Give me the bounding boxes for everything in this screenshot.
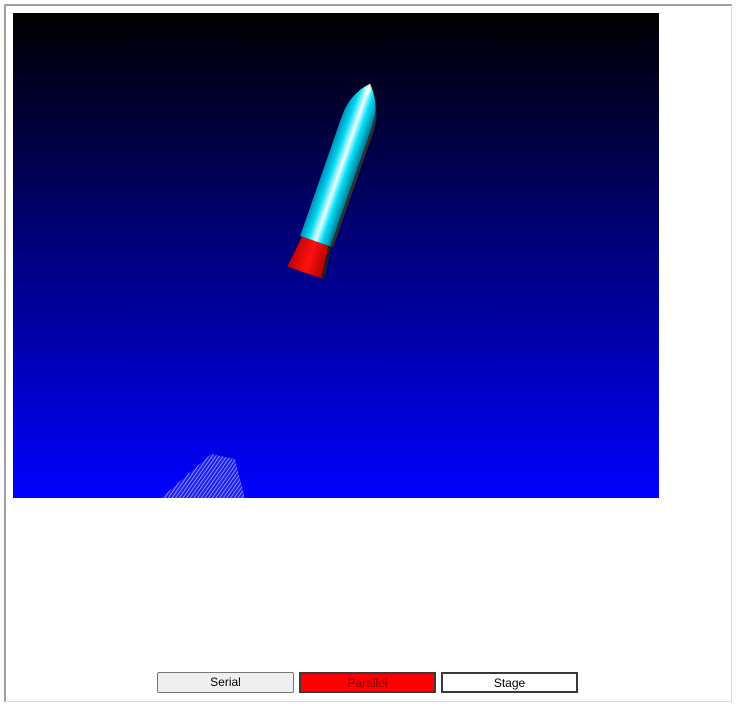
serial-button[interactable]: Serial xyxy=(157,672,294,693)
rocket-scene xyxy=(13,13,659,498)
stage-button[interactable]: Stage xyxy=(441,672,578,693)
rocket-3d-viewport[interactable] xyxy=(13,13,659,498)
sky-background xyxy=(13,13,659,498)
parallel-button[interactable]: Parallel xyxy=(299,672,436,693)
